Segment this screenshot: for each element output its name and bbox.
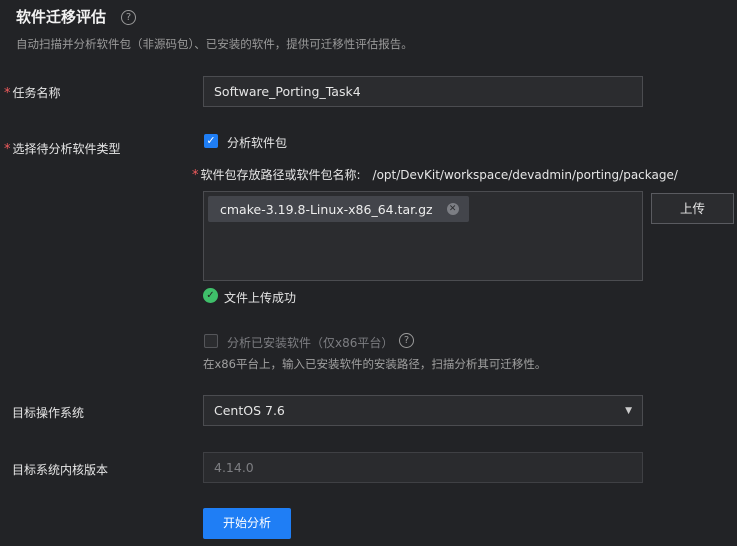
analyze-package-checkbox[interactable]: ✓ — [204, 134, 218, 148]
help-icon[interactable]: ? — [121, 10, 136, 25]
software-type-label: * 选择待分析软件类型 — [4, 142, 121, 157]
page-title: 软件迁移评估 — [16, 8, 107, 26]
upload-status: 文件上传成功 — [224, 291, 297, 305]
task-name-input[interactable]: Software_Porting_Task4 — [203, 76, 643, 107]
package-path-value: /opt/DevKit/workspace/devadmin/porting/p… — [372, 168, 678, 182]
package-file-area[interactable]: cmake-3.19.8-Linux-x86_64.tar.gz ✕ — [203, 191, 643, 281]
required-mark: * — [4, 86, 11, 101]
file-tag-label: cmake-3.19.8-Linux-x86_64.tar.gz — [220, 201, 433, 217]
required-mark: * — [192, 168, 199, 183]
upload-button[interactable]: 上传 — [651, 193, 734, 224]
close-icon[interactable]: ✕ — [446, 203, 459, 215]
page-subtitle: 自动扫描并分析软件包（非源码包）、已安装的软件，提供可迁移性评估报告。 — [16, 37, 413, 51]
package-path-label: * 软件包存放路径或软件包名称:/opt/DevKit/workspace/dev… — [192, 168, 678, 183]
analyze-package-label: 分析软件包 — [227, 136, 288, 150]
analyze-installed-checkbox[interactable] — [204, 334, 218, 348]
help-icon[interactable]: ? — [399, 333, 414, 348]
analyze-installed-label: 分析已安装软件（仅x86平台） — [227, 336, 394, 350]
target-kernel-input: 4.14.0 — [203, 452, 643, 483]
start-analysis-button[interactable]: 开始分析 — [203, 508, 291, 539]
target-os-select[interactable]: CentOS 7.6 ▼ — [203, 395, 643, 426]
target-kernel-label: 目标系统内核版本 — [12, 463, 109, 477]
target-kernel-value: 4.14.0 — [214, 460, 254, 475]
target-os-label: 目标操作系统 — [12, 406, 85, 420]
task-name-value: Software_Porting_Task4 — [214, 84, 361, 99]
file-tag: cmake-3.19.8-Linux-x86_64.tar.gz ✕ — [208, 196, 469, 222]
check-circle-icon: ✓ — [203, 288, 218, 303]
caret-down-icon: ▼ — [625, 405, 632, 416]
installed-hint: 在x86平台上，输入已安装软件的安装路径，扫描分析其可迁移性。 — [203, 357, 547, 371]
target-os-value: CentOS 7.6 — [214, 403, 285, 418]
required-mark: * — [4, 142, 11, 157]
task-name-label: * 任务名称 — [4, 86, 61, 101]
